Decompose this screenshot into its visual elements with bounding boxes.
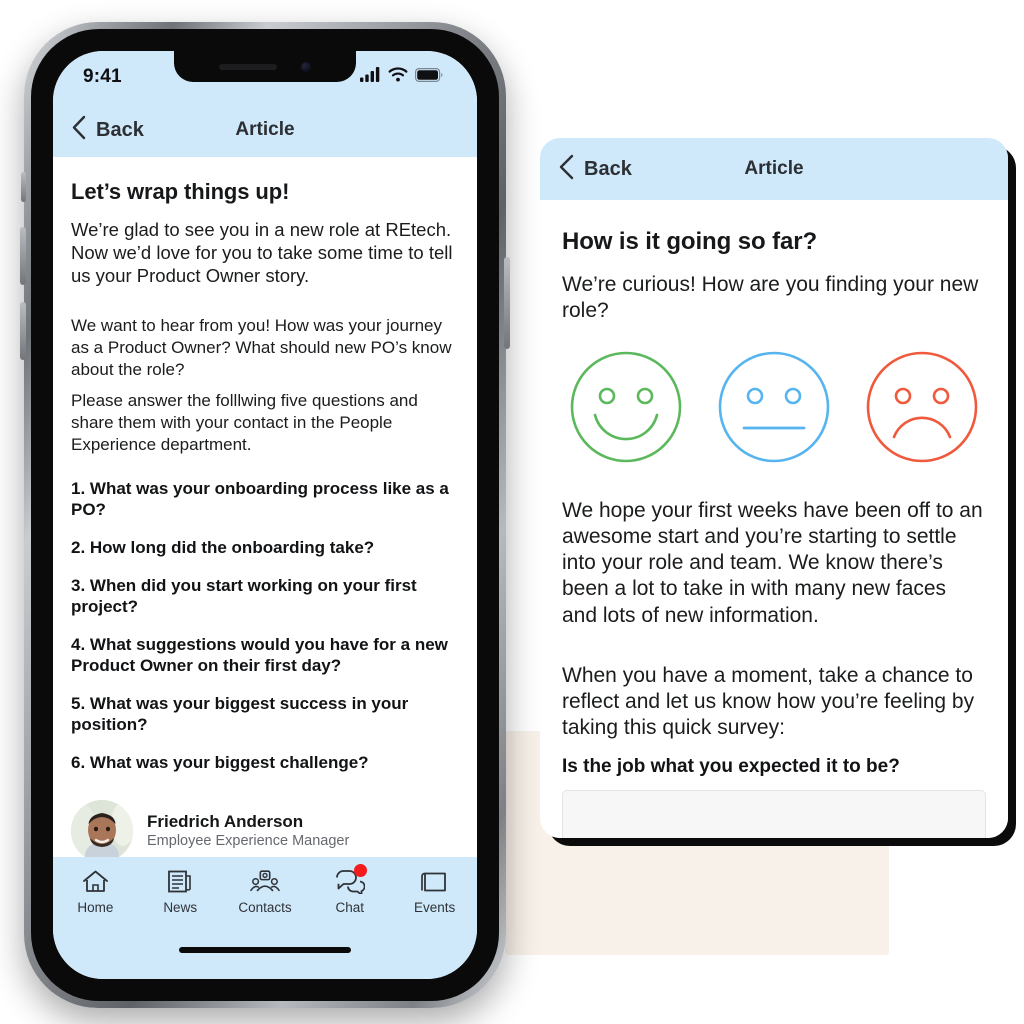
phone2-content: How is it going so far? We’re curious! H… (540, 200, 1008, 838)
volume-down-button[interactable] (20, 302, 26, 360)
volume-up-button[interactable] (20, 227, 26, 285)
device-notch (174, 51, 356, 82)
wifi-icon (388, 67, 408, 87)
phone2-navbar: Back Article (540, 138, 1008, 200)
chat-icon (335, 864, 367, 895)
news-icon (165, 867, 195, 895)
phone1-tabbar: Home News Contacts Chat Events (53, 857, 477, 943)
article-question: 2. How long did the onboarding take? (71, 537, 375, 557)
article-question: 3. When did you start working on your fi… (71, 575, 417, 617)
article-question: 1. What was your onboarding process like… (71, 478, 449, 520)
phone1-paragraph-1: We want to hear from you! How was your j… (71, 316, 452, 380)
phone2-paragraph-1: We hope your first weeks have been off t… (562, 498, 983, 627)
phone1-intro: We’re glad to see you in a new role at R… (71, 219, 453, 286)
phone2-paragraph-2: When you have a moment, take a chance to… (562, 663, 975, 740)
sad-face-icon[interactable] (864, 349, 980, 470)
author-name: Friedrich Anderson (147, 811, 304, 831)
scene: Back Article How is it going so far? We’… (0, 0, 1024, 1024)
status-time: 9:41 (83, 66, 122, 87)
phone1-paragraph-2: Please answer the folllwing five questio… (71, 390, 418, 454)
status-indicators (360, 67, 443, 87)
tab-contacts[interactable]: Contacts (223, 867, 308, 915)
phone1-device: 9:41 Back Article Let’s wrap things up! … (20, 22, 510, 1008)
cellular-signal-icon (360, 67, 381, 87)
chat-unread-badge (353, 864, 367, 877)
earpiece-speaker-icon (219, 63, 277, 70)
battery-icon (415, 67, 443, 87)
events-folder-icon (420, 867, 450, 895)
tab-events-label: Events (413, 900, 456, 915)
phone1-screen: 9:41 Back Article Let’s wrap things up! … (53, 51, 477, 979)
article-question: 4. What suggestions would you have for a… (71, 634, 448, 676)
home-icon (80, 867, 110, 895)
tab-news-label: News (163, 900, 198, 915)
article-question: 5. What was your biggest success in your… (71, 693, 409, 735)
chevron-left-icon (558, 154, 575, 185)
tab-events[interactable]: Events (392, 867, 477, 915)
contacts-icon (250, 867, 280, 895)
phone2-headline: How is it going so far? (562, 228, 818, 255)
author-text: Friedrich Anderson Employee Experience M… (147, 811, 349, 851)
phone1-headline: Let’s wrap things up! (71, 179, 290, 204)
phone1-back-label: Back (96, 118, 144, 141)
front-camera-icon (301, 61, 311, 72)
phone2-back-label: Back (584, 157, 632, 180)
phone2-intro: We’re curious! How are you finding your … (562, 273, 979, 323)
tab-contacts-label: Contacts (238, 900, 292, 915)
tab-home-label: Home (77, 900, 114, 915)
tab-home[interactable]: Home (53, 867, 138, 915)
phone1-content: Let’s wrap things up! We’re glad to see … (53, 157, 477, 857)
tab-chat-label: Chat (335, 900, 365, 915)
article-author: Friedrich Anderson Employee Experience M… (71, 799, 459, 857)
article-question: 6. What was your biggest challenge? (71, 753, 369, 773)
tab-news[interactable]: News (138, 867, 223, 915)
home-indicator[interactable] (179, 947, 351, 953)
power-button[interactable] (504, 257, 510, 349)
phone2-back-button[interactable]: Back (558, 154, 632, 185)
mood-rating-group[interactable] (568, 349, 980, 470)
neutral-face-icon[interactable] (716, 349, 832, 470)
phone1-bezel: 9:41 Back Article Let’s wrap things up! … (31, 29, 499, 1001)
mute-switch[interactable] (21, 172, 26, 202)
phone1-back-button[interactable]: Back (71, 115, 144, 145)
chevron-left-icon (71, 115, 87, 145)
tab-chat[interactable]: Chat (307, 864, 392, 915)
happy-face-icon[interactable] (568, 349, 684, 470)
author-role: Employee Experience Manager (147, 832, 350, 849)
avatar (71, 799, 133, 857)
phone1-navbar: Back Article (53, 103, 477, 157)
home-indicator-area (53, 943, 477, 979)
survey-question: Is the job what you expected it to be? (562, 755, 900, 777)
phone2-screen: Back Article How is it going so far? We’… (540, 138, 1008, 838)
survey-answer-input[interactable] (562, 789, 986, 838)
